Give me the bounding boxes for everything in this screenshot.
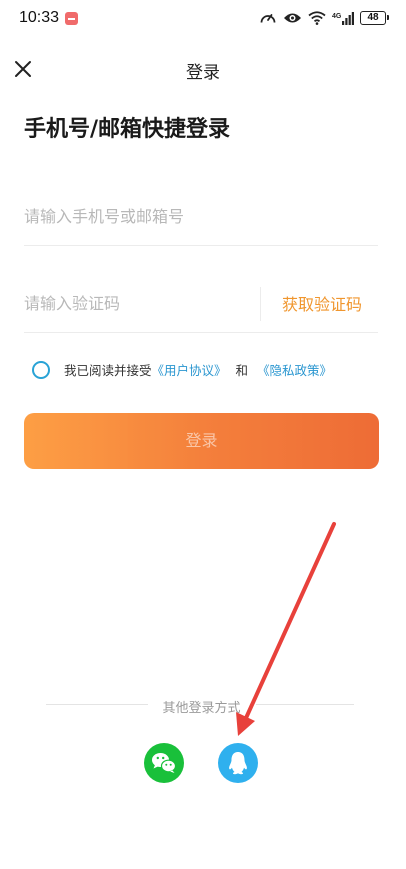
divider-right (256, 704, 354, 705)
verification-code-input[interactable] (24, 287, 254, 319)
other-login-label: 其他登录方式 (162, 701, 241, 716)
wechat-icon (152, 753, 177, 773)
battery-indicator: 48 (360, 11, 389, 25)
login-button[interactable]: 登录 (24, 413, 379, 469)
agreement-checkbox[interactable] (32, 360, 50, 379)
notification-app-icon (65, 12, 78, 25)
qq-login-button[interactable] (218, 743, 258, 783)
qq-icon (229, 752, 247, 775)
login-heading: 手机号/邮箱快捷登录 (24, 117, 231, 142)
get-code-button[interactable]: 获取验证码 (282, 291, 362, 315)
page-title: 登录 (186, 63, 220, 83)
phone-email-input[interactable] (24, 200, 254, 232)
status-icons: 4G 48 (259, 9, 389, 27)
signal-4g-label: 4G (332, 13, 342, 20)
wifi-icon (308, 11, 326, 25)
agreement-row: 我已阅读并接受 《用户协议》 和 《隐私政策》 (32, 360, 332, 379)
speed-gauge-icon (260, 14, 276, 23)
privacy-policy-link[interactable]: 《隐私政策》 (257, 360, 332, 379)
login-button-label: 登录 (185, 431, 218, 450)
close-button[interactable] (10, 56, 36, 82)
field-divider (260, 287, 261, 321)
agreement-prefix: 我已阅读并接受 (64, 363, 152, 378)
phone-email-field (24, 186, 378, 246)
wechat-login-button[interactable] (144, 743, 184, 783)
status-bar: 10:33 4G 48 (0, 0, 406, 36)
agreement-and: 和 (235, 363, 249, 378)
close-icon (15, 61, 31, 77)
verification-code-field: 获取验证码 (24, 273, 378, 333)
status-time: 10:33 (19, 9, 60, 26)
user-agreement-link[interactable]: 《用户协议》 (152, 360, 227, 379)
eye-icon (284, 13, 301, 23)
signal-4g-icon: 4G (332, 11, 354, 25)
battery-level: 48 (367, 12, 379, 23)
